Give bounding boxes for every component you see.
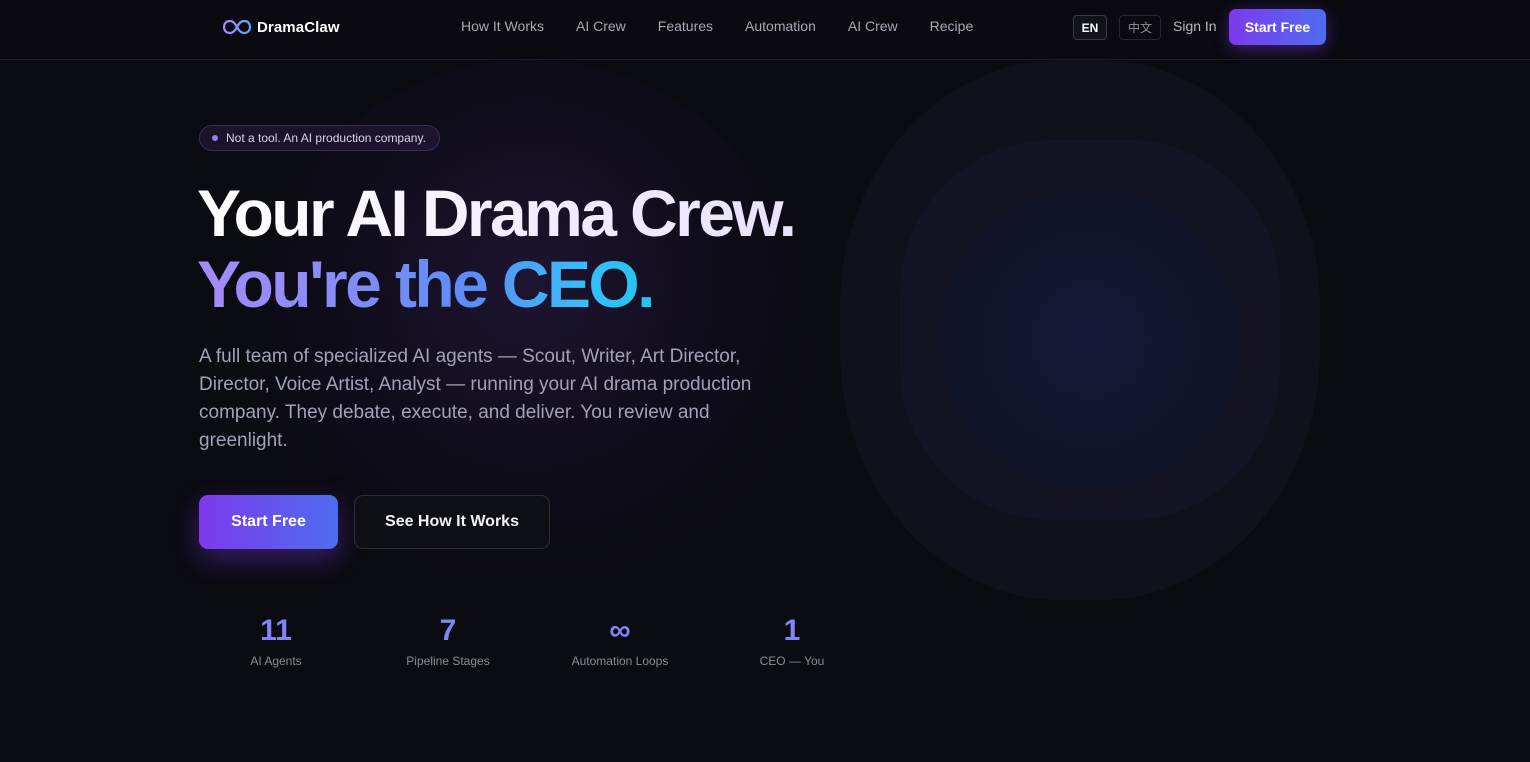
stat-label: CEO — You xyxy=(759,654,825,668)
brand-logo-link[interactable]: DramaClaw xyxy=(222,17,340,37)
nav-start-free-button[interactable]: Start Free xyxy=(1229,9,1326,45)
stat-ai-agents: 11 AI Agents xyxy=(196,612,356,668)
nav-link-ai-crew[interactable]: AI Crew xyxy=(576,18,626,34)
nav-link-features[interactable]: Features xyxy=(658,18,713,34)
nav-links: How It Works AI Crew Features Automation… xyxy=(461,18,973,34)
stat-label: AI Agents xyxy=(250,654,302,668)
language-en-button[interactable]: EN xyxy=(1073,15,1107,40)
top-navigation-bar: DramaClaw How It Works AI Crew Features … xyxy=(0,0,1530,60)
stat-value: 7 xyxy=(368,612,528,650)
nav-link-ai-crew-2[interactable]: AI Crew xyxy=(848,18,898,34)
stat-pipeline-stages: 7 Pipeline Stages xyxy=(368,612,528,668)
nav-link-automation[interactable]: Automation xyxy=(745,18,816,34)
stats-row: 11 AI Agents 7 Pipeline Stages ∞ Automat… xyxy=(199,612,879,672)
hero-description: A full team of specialized AI agents — S… xyxy=(199,346,752,451)
stat-label: Automation Loops xyxy=(571,654,669,668)
hero-start-free-button[interactable]: Start Free xyxy=(199,495,338,549)
hero-title-line-2: You're the CEO. xyxy=(197,247,655,321)
language-zh-button[interactable]: 中文 xyxy=(1119,15,1161,40)
sign-in-link[interactable]: Sign In xyxy=(1173,18,1217,34)
nav-link-how-it-works[interactable]: How It Works xyxy=(461,18,544,34)
hero-title-line-1: Your AI Drama Crew. xyxy=(197,176,797,250)
brand-name: DramaClaw xyxy=(257,18,340,36)
stat-automation-loops: ∞ Automation Loops xyxy=(540,612,700,668)
stat-label: Pipeline Stages xyxy=(406,654,490,668)
dot-icon xyxy=(212,135,218,141)
hero-decorative-shape xyxy=(780,40,1340,620)
stat-ceo-you: 1 CEO — You xyxy=(712,612,872,668)
hero-badge: Not a tool. An AI production company. xyxy=(199,125,440,151)
see-how-it-works-button[interactable]: See How It Works xyxy=(354,495,550,549)
hero-badge-text: Not a tool. An AI production company. xyxy=(226,131,426,145)
stat-value: 11 xyxy=(196,612,356,650)
stat-value: ∞ xyxy=(540,612,700,650)
nav-link-recipe[interactable]: Recipe xyxy=(930,18,974,34)
infinity-loop-icon xyxy=(222,19,252,35)
stat-value: 1 xyxy=(712,612,872,650)
